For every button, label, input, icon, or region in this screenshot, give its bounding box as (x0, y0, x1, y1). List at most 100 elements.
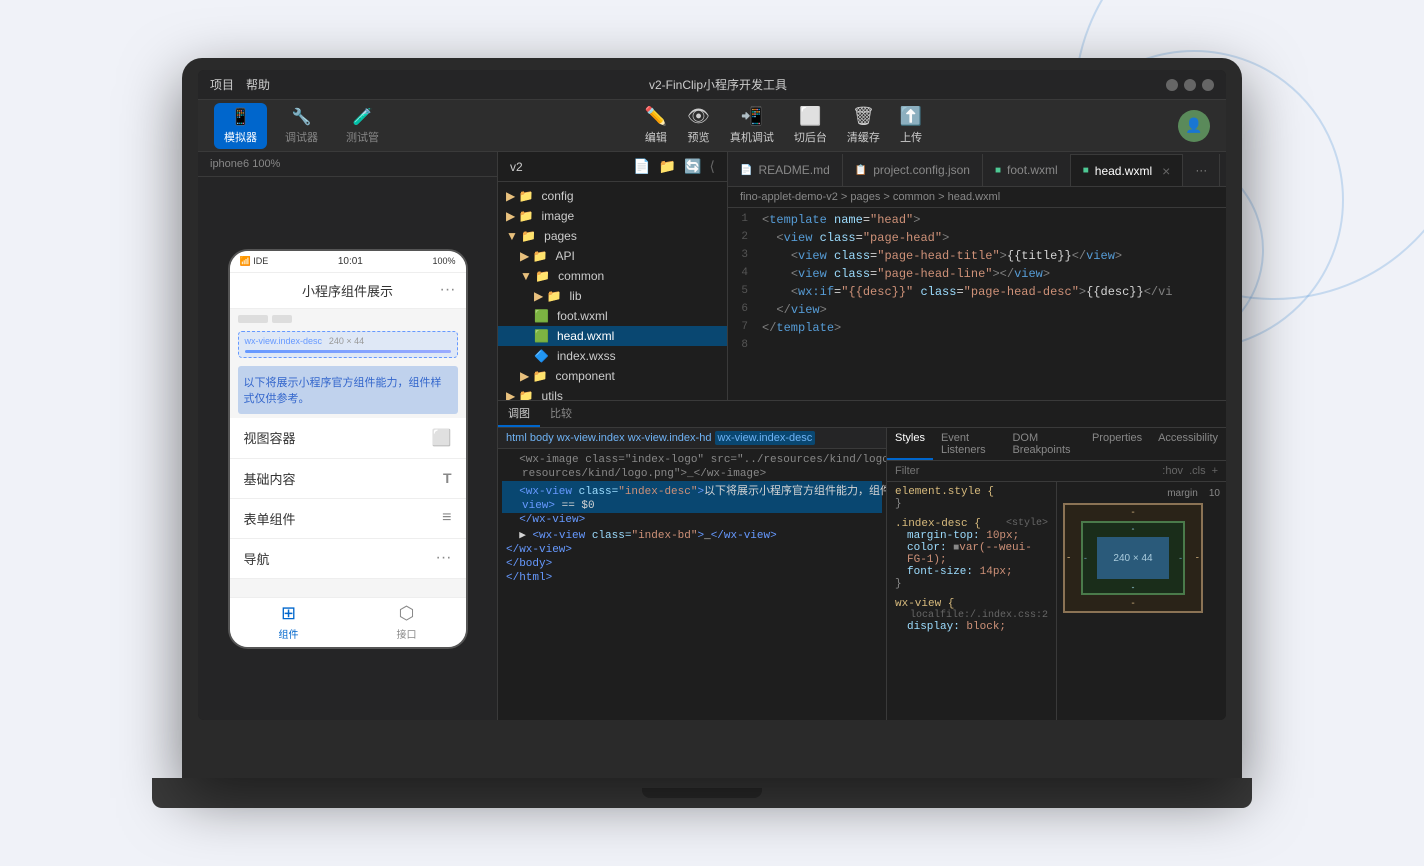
breadcrumb-wx-view-index-desc[interactable]: wx-view.index-desc (715, 431, 816, 445)
tab-close-icon[interactable]: × (1162, 163, 1170, 179)
debugger-button[interactable]: 🔧 调试器 (275, 103, 328, 149)
file-tree-header: v2 📄 📁 🔄 ⟨ (498, 152, 727, 182)
tab-more[interactable]: ··· (1183, 154, 1220, 186)
phone-component-hover: wx-view.index-desc 240 × 44 (238, 331, 458, 358)
new-folder-icon[interactable]: 📁 (659, 158, 676, 175)
tab-readme[interactable]: 📄 README.md (728, 154, 843, 186)
filter-hint-add[interactable]: + (1212, 465, 1218, 477)
tree-item-api[interactable]: ▶ 📁 API (498, 246, 727, 266)
phone-content: wx-view.index-desc 240 × 44 以下将展示小程序官方组件… (230, 309, 466, 597)
breadcrumb-body[interactable]: body (530, 432, 554, 444)
breadcrumb-wx-view-index[interactable]: wx-view.index (557, 432, 625, 444)
test-button[interactable]: 🧪 测试管 (336, 103, 389, 149)
folder-open-icon: ▼ 📁 (520, 269, 550, 283)
style-rule-element: element.style { } (895, 486, 1048, 510)
styles-tab-properties[interactable]: Properties (1084, 428, 1150, 460)
devtools-tab-view[interactable]: 调图 (498, 401, 540, 427)
phone-nav-dots[interactable]: ··· (440, 281, 456, 299)
styles-tab-event-listeners[interactable]: Event Listeners (933, 428, 1004, 460)
clear-cache-action[interactable]: 🗑 清缓存 (847, 106, 880, 145)
filter-hint-hov[interactable]: :hov (1162, 465, 1183, 477)
devtools-body: html body wx-view.index wx-view.index-hd… (498, 428, 1226, 720)
dom-line-3: <wx-view class="index-desc">以下将展示小程序官方组件… (502, 481, 882, 499)
folder-icon: ▶ 📁 (506, 389, 534, 400)
tree-item-lib[interactable]: ▶ 📁 lib (498, 286, 727, 306)
file-name: index.wxss (557, 349, 616, 363)
folder-icon: ▶ 📁 (520, 369, 548, 383)
styles-brace: } (895, 498, 902, 510)
dom-line-6: ▶ <wx-view class="index-bd">_</wx-view> (502, 527, 882, 543)
folder-icon: ▶ 📁 (534, 289, 562, 303)
device-debug-action[interactable]: 📲 真机调试 (730, 106, 774, 145)
tree-item-index-wxss[interactable]: 🔷 index.wxss (498, 346, 727, 366)
hover-element-size: 240 × 44 (329, 336, 364, 346)
tree-item-head-wxml[interactable]: 🟩 head.wxml (498, 326, 727, 346)
upload-label: 上传 (900, 129, 922, 145)
devtools-panel: 调图 比较 html body (498, 400, 1226, 720)
list-item-3[interactable]: 导航 ··· (230, 539, 466, 579)
breadcrumb-wx-view-index-hd[interactable]: wx-view.index-hd (628, 432, 712, 444)
filter-hint-cls[interactable]: .cls (1189, 465, 1206, 477)
preview-action[interactable]: 👁 预览 (687, 106, 710, 145)
code-line-6: 6 </view> (728, 302, 1226, 320)
tree-item-component[interactable]: ▶ 📁 component (498, 366, 727, 386)
laptop-outer: 项目 帮助 v2-FinClip小程序开发工具 📱 模拟器 (182, 58, 1242, 778)
menu-item-help[interactable]: 帮助 (246, 76, 270, 93)
styles-tab-styles[interactable]: Styles (887, 428, 933, 460)
upload-action[interactable]: ⬆️ 上传 (900, 106, 922, 145)
editor-panel: 📄 README.md 📋 project.config.json ■ foot (728, 152, 1226, 400)
tree-item-foot-wxml[interactable]: 🟩 foot.wxml (498, 306, 727, 326)
margin-box: - - - - - - (1063, 503, 1203, 613)
styles-tab-accessibility[interactable]: Accessibility (1150, 428, 1226, 460)
devtools-code-area[interactable]: <wx-image class="index-logo" src="../res… (498, 449, 886, 720)
right-panel: v2 📄 📁 🔄 ⟨ (498, 152, 1226, 720)
menu-item-project[interactable]: 项目 (210, 76, 234, 93)
tree-item-utils[interactable]: ▶ 📁 utils (498, 386, 727, 400)
tab-readme-icon: 📄 (740, 165, 752, 176)
app-title: v2-FinClip小程序开发工具 (270, 76, 1166, 93)
toolbar-left: 📱 模拟器 🔧 调试器 🧪 测试管 (214, 103, 389, 149)
tree-item-common[interactable]: ▼ 📁 common (498, 266, 727, 286)
new-file-icon[interactable]: 📄 (633, 158, 650, 175)
tab-head-wxml[interactable]: ■ head.wxml × (1071, 154, 1184, 186)
clear-cache-label: 清缓存 (847, 129, 880, 145)
tree-item-config[interactable]: ▶ 📁 config (498, 186, 727, 206)
tab-head-label: head.wxml (1095, 164, 1152, 178)
refresh-icon[interactable]: 🔄 (684, 158, 701, 175)
preview-icon: 👁 (687, 106, 710, 127)
code-editor[interactable]: 1 <template name="head"> 2 <view class="… (728, 208, 1226, 400)
devtools-tab-compare[interactable]: 比较 (540, 401, 582, 427)
folder-icon: ▶ 📁 (506, 189, 534, 203)
wxml-icon: 🟩 (534, 309, 549, 323)
styles-filter-input[interactable] (895, 465, 1156, 477)
user-avatar[interactable]: 👤 (1178, 110, 1210, 142)
tree-item-image[interactable]: ▶ 📁 image (498, 206, 727, 226)
code-line-4: 4 <view class="page-head-line"></view> (728, 266, 1226, 284)
list-label-1: 基础内容 (244, 469, 296, 488)
breadcrumb-html[interactable]: html (506, 432, 527, 444)
list-item-0[interactable]: 视图容器 ⬜ (230, 418, 466, 459)
wxml-icon: 🟩 (534, 329, 549, 343)
styles-tab-dom-breakpoints[interactable]: DOM Breakpoints (1004, 428, 1084, 460)
folder-open-icon: ▼ 📁 (506, 229, 536, 243)
maximize-button[interactable] (1184, 79, 1196, 91)
bottom-nav-api[interactable]: ⬡ 接口 (397, 603, 417, 641)
list-item-1[interactable]: 基础内容 T (230, 459, 466, 499)
file-name: head.wxml (557, 329, 614, 343)
tab-foot-wxml[interactable]: ■ foot.wxml (983, 154, 1071, 186)
tree-item-pages[interactable]: ▼ 📁 pages (498, 226, 727, 246)
tab-project-config[interactable]: 📋 project.config.json (843, 154, 983, 186)
simulator-button[interactable]: 📱 模拟器 (214, 103, 267, 149)
minimize-button[interactable] (1166, 79, 1178, 91)
collapse-icon[interactable]: ⟨ (710, 158, 715, 175)
list-item-2[interactable]: 表单组件 ≡ (230, 499, 466, 539)
list-label-3: 导航 (244, 549, 270, 568)
dom-line-7: </wx-view> (502, 543, 882, 557)
edit-action[interactable]: ✏️ 编辑 (645, 106, 667, 145)
background-action[interactable]: ⬜ 切后台 (794, 106, 827, 145)
phone-nav-bar: 小程序组件展示 ··· (230, 273, 466, 309)
styles-prop-font-size: font-size: (907, 566, 973, 578)
close-button[interactable] (1202, 79, 1214, 91)
bottom-nav-components[interactable]: ⊞ 组件 (279, 603, 299, 641)
code-line-8: 8 (728, 338, 1226, 356)
